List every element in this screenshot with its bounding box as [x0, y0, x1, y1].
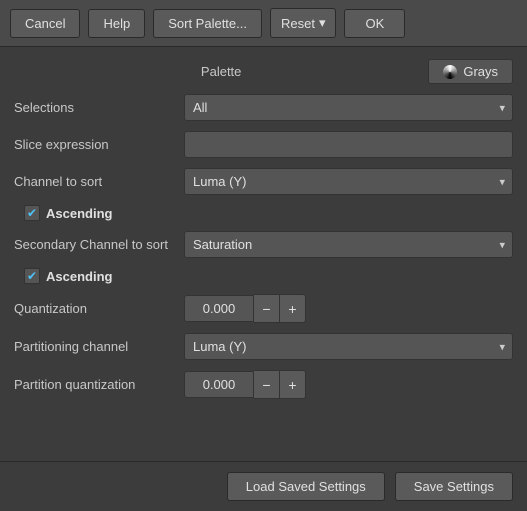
ascending-2-checkbox[interactable]: ✔: [24, 268, 40, 284]
partition-quantization-increment-button[interactable]: +: [280, 370, 306, 399]
partition-quantization-row: Partition quantization 0.000 − +: [14, 370, 513, 399]
quantization-row: Quantization 0.000 − +: [14, 294, 513, 323]
bottom-bar: Load Saved Settings Save Settings: [0, 461, 527, 511]
channel-to-sort-row: Channel to sort Luma (Y) Saturation Hue …: [14, 168, 513, 195]
toolbar: Cancel Help Sort Palette... Reset ▾ OK: [0, 0, 527, 47]
load-settings-button[interactable]: Load Saved Settings: [227, 472, 385, 501]
palette-label: Palette: [14, 64, 428, 79]
palette-row: Palette Grays: [14, 59, 513, 84]
secondary-channel-select-wrap: Saturation Luma (Y) Hue Red Green Blue ▾: [184, 231, 513, 258]
selections-row: Selections All Selected Unselected ▾: [14, 94, 513, 121]
selections-select-wrap: All Selected Unselected ▾: [184, 94, 513, 121]
palette-icon: [443, 65, 457, 79]
partitioning-channel-select[interactable]: Luma (Y) Saturation Hue Red Green Blue: [184, 333, 513, 360]
selections-select[interactable]: All Selected Unselected: [184, 94, 513, 121]
partitioning-channel-label: Partitioning channel: [14, 339, 184, 354]
secondary-channel-select[interactable]: Saturation Luma (Y) Hue Red Green Blue: [184, 231, 513, 258]
help-button[interactable]: Help: [88, 9, 145, 38]
ascending-2-row: ✔ Ascending: [14, 268, 513, 284]
save-settings-button[interactable]: Save Settings: [395, 472, 513, 501]
reset-label: Reset: [281, 16, 315, 31]
ascending-2-label: Ascending: [46, 269, 112, 284]
quantization-increment-button[interactable]: +: [280, 294, 306, 323]
partition-quantization-spinbox: 0.000 − +: [184, 370, 306, 399]
ascending-1-checkmark: ✔: [27, 207, 37, 219]
partition-quantization-decrement-button[interactable]: −: [254, 370, 280, 399]
ascending-1-label: Ascending: [46, 206, 112, 221]
slice-expression-label: Slice expression: [14, 137, 184, 152]
slice-expression-input[interactable]: [184, 131, 513, 158]
partition-quantization-input[interactable]: 0.000: [184, 371, 254, 398]
palette-value: Grays: [463, 64, 498, 79]
chevron-down-icon: ▾: [319, 15, 326, 31]
quantization-spinbox: 0.000 − +: [184, 294, 306, 323]
partitioning-channel-select-wrap: Luma (Y) Saturation Hue Red Green Blue ▾: [184, 333, 513, 360]
selections-label: Selections: [14, 100, 184, 115]
channel-to-sort-label: Channel to sort: [14, 174, 184, 189]
sort-palette-button[interactable]: Sort Palette...: [153, 9, 262, 38]
ok-button[interactable]: OK: [344, 9, 405, 38]
ascending-1-checkbox[interactable]: ✔: [24, 205, 40, 221]
cancel-button[interactable]: Cancel: [10, 9, 80, 38]
secondary-channel-label: Secondary Channel to sort: [14, 237, 184, 252]
quantization-input[interactable]: 0.000: [184, 295, 254, 322]
palette-button[interactable]: Grays: [428, 59, 513, 84]
quantization-decrement-button[interactable]: −: [254, 294, 280, 323]
reset-button[interactable]: Reset ▾: [270, 8, 337, 38]
form-content: Palette Grays Selections All Selected Un…: [0, 47, 527, 461]
partition-quantization-label: Partition quantization: [14, 377, 184, 392]
quantization-label: Quantization: [14, 301, 184, 316]
channel-to-sort-select-wrap: Luma (Y) Saturation Hue Red Green Blue ▾: [184, 168, 513, 195]
channel-to-sort-select[interactable]: Luma (Y) Saturation Hue Red Green Blue: [184, 168, 513, 195]
slice-expression-row: Slice expression: [14, 131, 513, 158]
ascending-1-row: ✔ Ascending: [14, 205, 513, 221]
ascending-2-checkmark: ✔: [27, 270, 37, 282]
partitioning-channel-row: Partitioning channel Luma (Y) Saturation…: [14, 333, 513, 360]
secondary-channel-row: Secondary Channel to sort Saturation Lum…: [14, 231, 513, 258]
